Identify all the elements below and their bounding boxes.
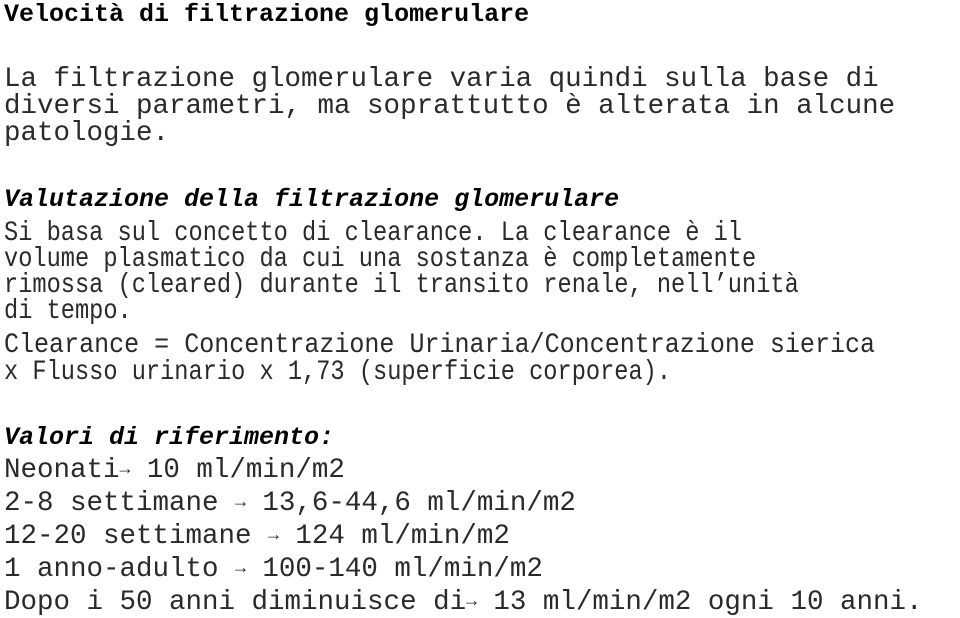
arrow-right-icon: → [268, 526, 279, 546]
reference-value: 10 ml/min/m2 [130, 455, 345, 486]
page-title: Velocità di filtrazione glomerulare [4, 0, 530, 29]
reference-item: 12-20 settimane → 124 ml/min/m2 [4, 523, 510, 551]
reference-label: 1 anno-adulto [4, 554, 219, 585]
reference-value: 13,6-44,6 ml/min/m2 [245, 488, 576, 519]
reference-label: 12-20 settimane [4, 521, 252, 552]
evaluation-line-4: di tempo. [4, 296, 132, 327]
reference-item: 2-8 settimane → 13,6-44,6 ml/min/m2 [4, 490, 576, 518]
reference-item: Neonati→ 10 ml/min/m2 [4, 457, 345, 485]
reference-item: Dopo i 50 anni diminuisce di→ 13 ml/min/… [4, 589, 922, 617]
reference-value: 13 ml/min/m2 ogni 10 anni. [476, 587, 923, 618]
formula-line-1: Clearance = Concentrazione Urinaria/Conc… [4, 330, 876, 361]
arrow-right-icon: → [119, 460, 131, 480]
reference-value: 124 ml/min/m2 [278, 521, 510, 552]
reference-label: Dopo i 50 anni diminuisce di [4, 587, 467, 618]
arrow-right-icon: → [466, 592, 477, 612]
section-heading-evaluation: Valutazione della filtrazione glomerular… [4, 185, 620, 214]
formula-line-2: x Flusso urinario x 1,73 (superficie cor… [4, 357, 672, 388]
reference-label: Neonati [4, 455, 120, 486]
reference-label: 2-8 settimane [4, 488, 219, 519]
arrow-right-icon: → [235, 493, 246, 513]
reference-value: 100-140 ml/min/m2 [245, 554, 543, 585]
intro-line-2: diversi parametri, ma soprattutto è alte… [4, 91, 896, 122]
intro-line-3: patologie. [4, 118, 170, 149]
section-heading-reference: Valori di riferimento: [4, 423, 335, 452]
intro-line-1: La filtrazione glomerulare varia quindi … [4, 64, 879, 95]
reference-item: 1 anno-adulto → 100-140 ml/min/m2 [4, 556, 543, 584]
arrow-right-icon: → [235, 559, 246, 579]
